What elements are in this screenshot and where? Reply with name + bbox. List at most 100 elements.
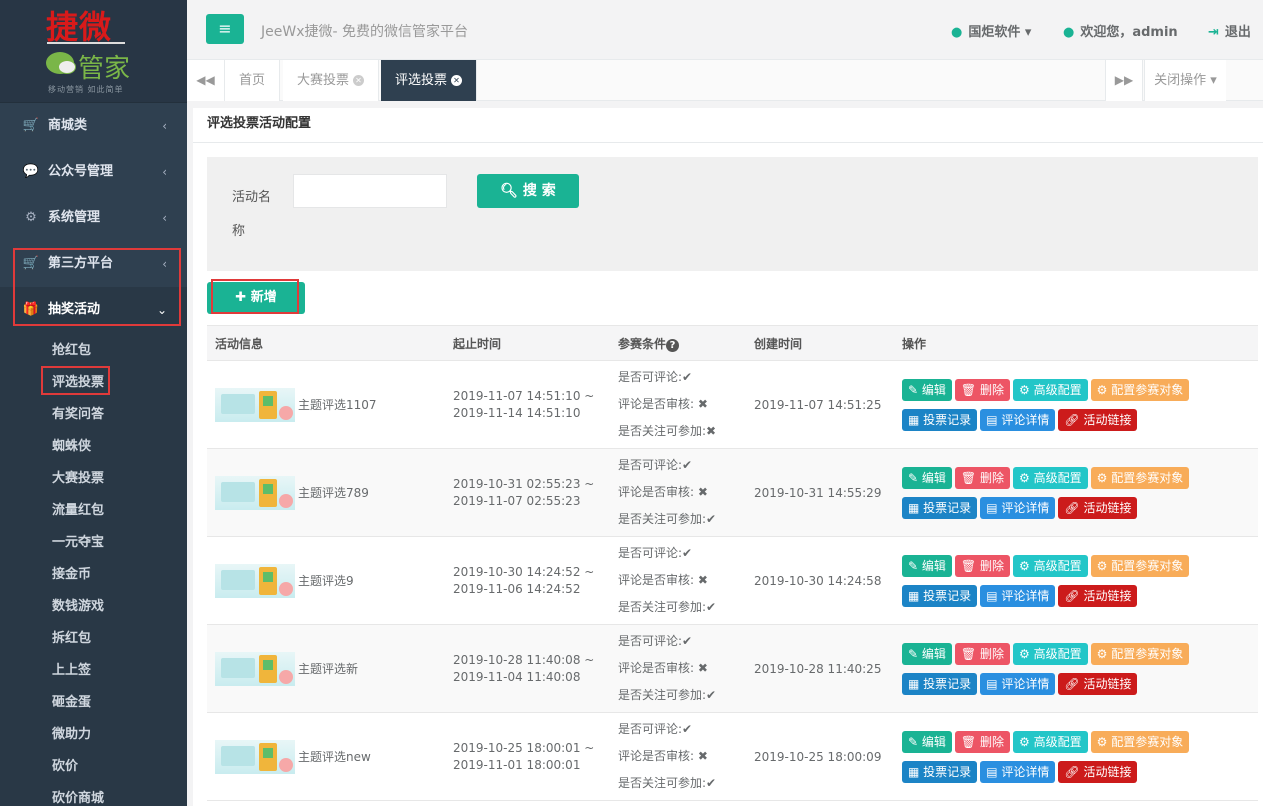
highlight-box-submenu — [41, 366, 110, 395]
edit-button[interactable]: ✎ 编辑 — [902, 466, 952, 489]
highlight-box-menu — [13, 248, 181, 326]
edit-button[interactable]: ✎ 编辑 — [902, 554, 952, 577]
chevron-left-icon: ‹ — [162, 211, 167, 225]
activity-thumbnail[interactable] — [215, 651, 295, 686]
activity-name-input[interactable] — [293, 174, 447, 208]
delete-button[interactable]: 🗑︎ 删除 — [954, 378, 1010, 401]
help-icon[interactable]: ? — [666, 338, 680, 352]
vote-records-button[interactable]: ▦ 投票记录 — [902, 408, 978, 431]
vote-records-button[interactable]: ▦ 投票记录 — [902, 584, 978, 607]
advanced-config-button[interactable]: ⚙ 高级配置 — [1012, 642, 1088, 665]
activity-thumbnail[interactable] — [215, 475, 295, 510]
tab-contest-vote[interactable]: 大赛投票 ✕ — [283, 60, 380, 101]
delete-button[interactable]: 🗑︎ 删除 — [954, 554, 1010, 577]
op-label: 删除 — [979, 734, 1004, 749]
advanced-config-button[interactable]: ⚙ 高级配置 — [1012, 378, 1088, 401]
column-header-label: 参赛条件 — [618, 336, 667, 351]
close-icon[interactable]: ✕ — [353, 75, 365, 86]
vote-records-button[interactable]: ▦ 投票记录 — [902, 672, 978, 695]
config-participants-button[interactable]: ⚙ 配置参赛对象 — [1090, 642, 1190, 665]
list-icon: ▤ — [986, 412, 998, 427]
edit-button[interactable]: ✎ 编辑 — [902, 642, 952, 665]
vote-records-button[interactable]: ▦ 投票记录 — [902, 496, 978, 519]
activity-name: 主题评选9 — [298, 574, 354, 588]
search-button[interactable]: 🔍︎ 搜 索 — [477, 174, 579, 208]
table-row: 主题评选9 2019-10-30 14:24:52 ~ 2019-11-06 1… — [207, 536, 1258, 625]
comment-details-button[interactable]: ▤ 评论详情 — [980, 672, 1056, 695]
logout-link[interactable]: ⇥ 退出 — [1208, 21, 1251, 40]
menu-toggle-button[interactable]: ≡ — [206, 14, 244, 44]
submenu-item[interactable]: 砸金蛋 — [0, 687, 187, 719]
sidebar-item-mall[interactable]: 🛒 商城类 ‹ — [0, 103, 187, 149]
start-time: 2019-10-31 02:55:23 ~ — [453, 476, 595, 491]
activity-link-button[interactable]: 🔗︎ 活动链接 — [1058, 672, 1138, 695]
advanced-config-button[interactable]: ⚙ 高级配置 — [1012, 730, 1088, 753]
submenu-item[interactable]: 有奖问答 — [0, 399, 187, 431]
edit-icon: ✎ — [908, 558, 919, 573]
submenu-item[interactable]: 抢红包 — [0, 335, 187, 367]
submenu-item[interactable]: 蜘蛛侠 — [0, 431, 187, 463]
logo-divider — [47, 42, 125, 44]
submenu-item[interactable]: 大赛投票 — [0, 463, 187, 495]
submenu-item[interactable]: 砍价商城 — [0, 783, 187, 806]
delete-button[interactable]: 🗑︎ 删除 — [954, 466, 1010, 489]
submenu-item[interactable]: 数钱游戏 — [0, 591, 187, 623]
submenu-item[interactable]: 流量红包 — [0, 495, 187, 527]
advanced-config-button[interactable]: ⚙ 高级配置 — [1012, 466, 1088, 489]
vote-records-button[interactable]: ▦ 投票记录 — [902, 760, 978, 783]
op-label: 编辑 — [921, 558, 946, 573]
close-icon[interactable]: ✕ — [451, 75, 463, 86]
submenu-item[interactable]: 微助力 — [0, 719, 187, 751]
company-menu[interactable]: ● 国炬软件 ▾ — [951, 21, 1031, 40]
submenu-item[interactable]: 接金币 — [0, 559, 187, 591]
config-participants-button[interactable]: ⚙ 配置参赛对象 — [1090, 466, 1190, 489]
conditions-cell: 是否可评论:✔ 评论是否审核: ✖ 是否关注可参加:✔ — [610, 624, 746, 713]
user-welcome[interactable]: ● 欢迎您，admin — [1063, 21, 1178, 40]
config-participants-button[interactable]: ⚙ 配置参赛对象 — [1090, 554, 1190, 577]
edit-icon: ✎ — [908, 646, 919, 661]
activity-thumbnail[interactable] — [215, 387, 295, 422]
edit-button[interactable]: ✎ 编辑 — [902, 730, 952, 753]
comment-details-button[interactable]: ▤ 评论详情 — [980, 496, 1056, 519]
advanced-config-button[interactable]: ⚙ 高级配置 — [1012, 554, 1088, 577]
tab-scroll-right-button[interactable]: ▶▶ — [1105, 60, 1143, 101]
delete-button[interactable]: 🗑︎ 删除 — [954, 642, 1010, 665]
sidebar-item-system[interactable]: ⚙ 系统管理 ‹ — [0, 195, 187, 241]
activity-link-button[interactable]: 🔗︎ 活动链接 — [1058, 496, 1138, 519]
activity-link-button[interactable]: 🔗︎ 活动链接 — [1058, 408, 1138, 431]
edit-button[interactable]: ✎ 编辑 — [902, 378, 952, 401]
close-operations-menu[interactable]: 关闭操作 ▾ — [1144, 60, 1226, 101]
delete-button[interactable]: 🗑︎ 删除 — [954, 730, 1010, 753]
submenu-item[interactable]: 一元夺宝 — [0, 527, 187, 559]
condition-comment: 是否可评论:✔ — [618, 722, 693, 736]
submenu-item[interactable]: 拆红包 — [0, 623, 187, 655]
created-time-cell: 2019-11-07 14:51:25 — [746, 360, 894, 449]
submenu-item[interactable]: 上上签 — [0, 655, 187, 687]
tab-home[interactable]: 首页 — [225, 60, 281, 101]
activity-link-button[interactable]: 🔗︎ 活动链接 — [1058, 584, 1138, 607]
time-range-cell: 2019-10-30 14:24:52 ~ 2019-11-06 14:24:5… — [445, 536, 610, 625]
comment-details-button[interactable]: ▤ 评论详情 — [980, 760, 1056, 783]
page-title: 评选投票活动配置 — [193, 108, 1263, 143]
created-time-cell: 2019-10-30 14:24:58 — [746, 536, 894, 625]
activity-thumbnail[interactable] — [215, 563, 295, 598]
activity-link-button[interactable]: 🔗︎ 活动链接 — [1058, 760, 1138, 783]
gear-icon: ⚙ — [1096, 646, 1108, 661]
sidebar-item-official-account[interactable]: 💬 公众号管理 ‹ — [0, 149, 187, 195]
op-label: 活动链接 — [1083, 676, 1132, 691]
activity-thumbnail[interactable] — [215, 739, 295, 774]
config-participants-button[interactable]: ⚙ 配置参赛对象 — [1090, 378, 1190, 401]
tab-selection-vote[interactable]: 评选投票 ✕ — [381, 60, 478, 101]
link-icon: 🔗︎ — [1064, 764, 1080, 779]
submenu-item[interactable]: 砍价 — [0, 751, 187, 783]
op-label: 活动链接 — [1083, 764, 1132, 779]
condition-comment: 是否可评论:✔ — [618, 546, 693, 560]
op-label: 高级配置 — [1033, 558, 1082, 573]
comment-details-button[interactable]: ▤ 评论详情 — [980, 408, 1056, 431]
tab-scroll-left-button[interactable]: ◀◀ — [187, 60, 225, 101]
condition-mark-icon: ✔ — [706, 776, 717, 790]
config-participants-button[interactable]: ⚙ 配置参赛对象 — [1090, 730, 1190, 753]
comment-details-button[interactable]: ▤ 评论详情 — [980, 584, 1056, 607]
conditions-cell: 是否可评论:✔ 评论是否审核: ✖ 是否关注可参加:✖ — [610, 360, 746, 449]
sidebar-item-label: 公众号管理 — [48, 164, 114, 179]
